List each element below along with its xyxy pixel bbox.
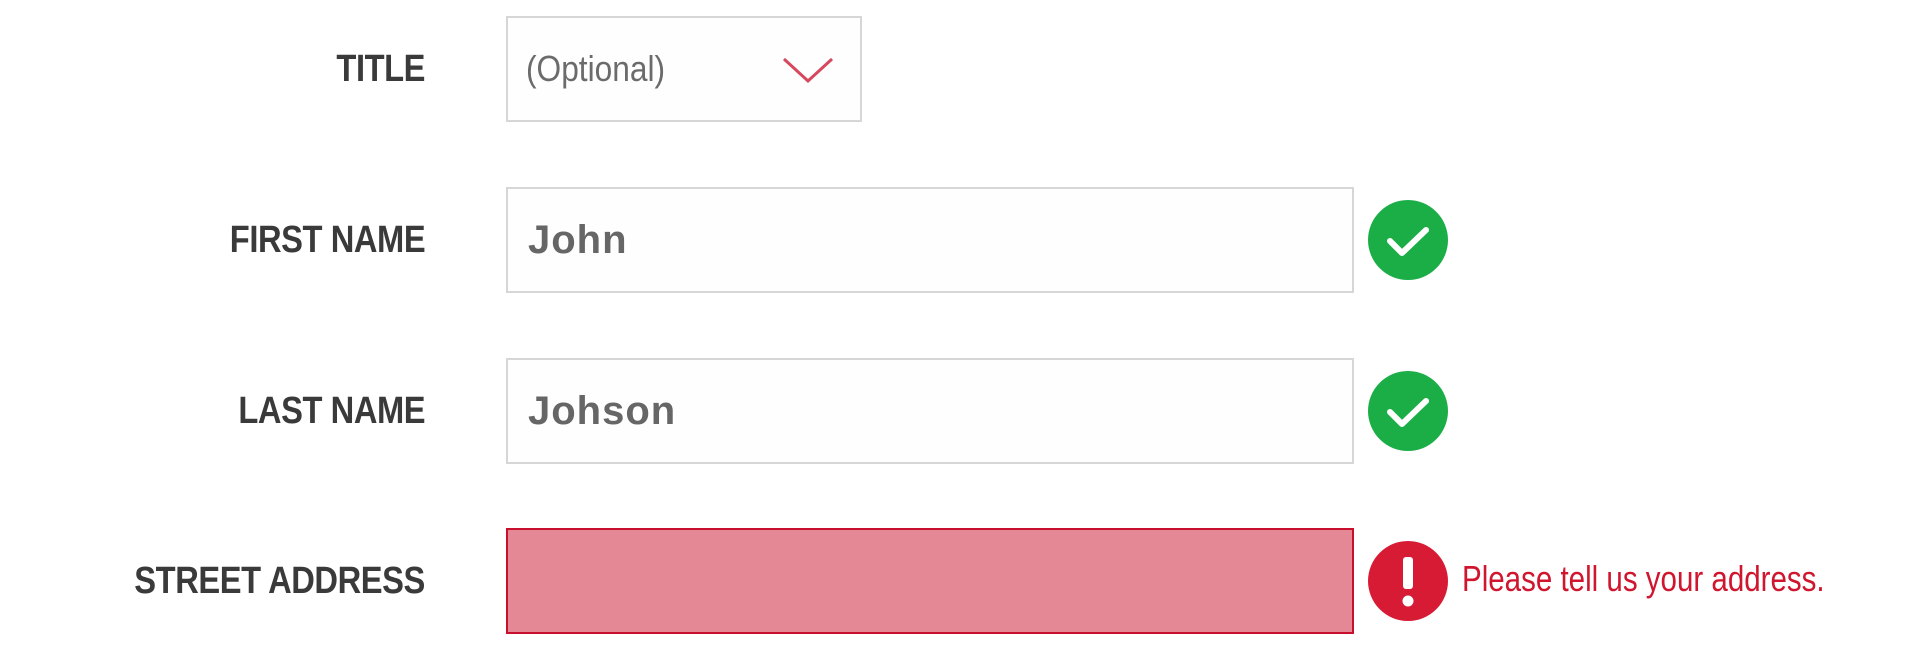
title-label: TITLE [336,48,425,90]
last-name-row: LAST NAME [0,358,1920,464]
street-address-row: STREET ADDRESS Please tell us your addre… [0,528,1920,634]
last-name-input[interactable] [506,358,1354,464]
street-address-error-message: Please tell us your address. [1462,558,1825,599]
title-select-value: (Optional) [526,48,666,89]
exclamation-icon [1368,541,1448,621]
checkmark-icon [1368,200,1448,280]
chevron-down-icon [782,57,834,84]
first-name-row: FIRST NAME [0,187,1920,293]
street-address-input[interactable] [506,528,1354,634]
checkmark-icon [1368,371,1448,451]
last-name-label: LAST NAME [238,390,425,432]
first-name-label: FIRST NAME [229,219,426,261]
street-address-label: STREET ADDRESS [134,560,425,602]
first-name-input[interactable] [506,187,1354,293]
title-row: TITLE (Optional) [0,16,1920,122]
title-select[interactable]: (Optional) [506,16,862,122]
